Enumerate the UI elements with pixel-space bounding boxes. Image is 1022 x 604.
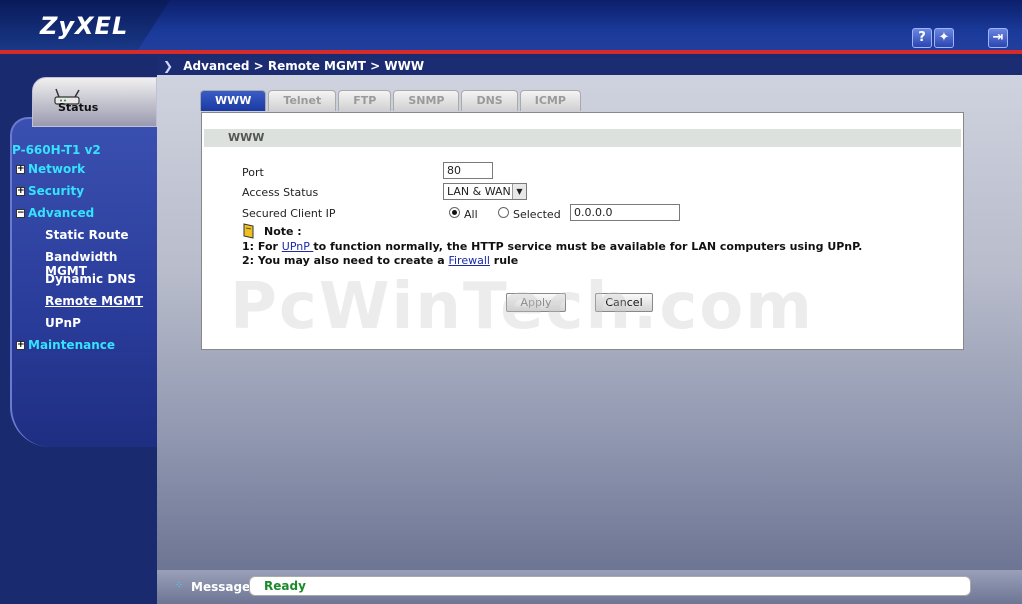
sidebar-subitem-remote-mgmt[interactable]: Remote MGMT [45,294,143,308]
wizard-button[interactable]: ✦ [934,28,954,48]
sidebar-item-advanced[interactable]: − Advanced [16,206,94,220]
tab-www[interactable]: WWW [200,90,267,111]
panel-title: WWW [204,129,961,147]
status-label: Status [58,101,99,114]
secured-client-ip-label: Secured Client IP [242,207,336,220]
expand-icon: + [16,163,25,174]
chevron-down-icon: ▼ [512,184,526,199]
note-line-2: 2: You may also need to create a Firewal… [242,254,519,267]
selected-ip-input[interactable] [570,204,680,221]
note-icon [243,223,254,239]
device-name: P-660H-T1 v2 [12,143,101,157]
breadcrumb-text: Advanced > Remote MGMT > WWW [183,59,425,73]
port-input[interactable] [443,162,493,179]
tab-icmp[interactable]: ICMP [519,90,581,111]
radio-selected-label: Selected [513,208,561,221]
apply-button[interactable]: Apply [506,293,566,312]
tab-ftp[interactable]: FTP [338,90,392,111]
tab-bar: WWW Telnet FTP SNMP DNS ICMP [200,90,581,111]
cancel-button[interactable]: Cancel [595,293,653,312]
port-label: Port [242,166,264,179]
sidebar-subitem-dynamic-dns[interactable]: Dynamic DNS [45,272,136,286]
www-settings-panel: WWW Port Access Status LAN & WAN ▼ Secur… [201,112,964,350]
expand-icon: + [16,339,25,350]
message-label: Message [191,580,251,594]
sidebar-subitem-upnp[interactable]: UPnP [45,316,81,330]
sidebar-item-maintenance[interactable]: + Maintenance [16,338,115,352]
message-field: Ready [249,576,971,596]
header-divider [0,50,1022,54]
message-bar: ⁘ Message Ready [157,570,1022,604]
upnp-link[interactable]: UPnP [282,240,314,253]
top-header: ZyXEL ? ✦ ⇥ [0,0,1022,54]
zyxel-logo: ZyXEL [40,12,129,40]
tab-dns[interactable]: DNS [461,90,518,111]
tab-telnet[interactable]: Telnet [268,90,337,111]
access-status-label: Access Status [242,186,319,199]
logout-button[interactable]: ⇥ [988,28,1008,48]
sidebar-subitem-static-route[interactable]: Static Route [45,228,129,242]
logout-icon: ⇥ [992,30,1004,45]
breadcrumb-arrow-icon: ❯ [163,59,174,73]
wand-icon: ✦ [938,30,950,45]
radio-selected[interactable] [498,207,509,218]
breadcrumb: ❯ Advanced > Remote MGMT > WWW [157,57,1022,75]
collapse-icon: − [16,207,25,218]
main-content: WWW Telnet FTP SNMP DNS ICMP WWW Port Ac… [157,75,1022,570]
note-line-1: 1: For UPnP to function normally, the HT… [242,240,863,253]
sidebar: Status P-660H-T1 v2 + Network + Security… [0,57,157,604]
radio-all[interactable] [449,207,460,218]
expand-icon: + [16,185,25,196]
sidebar-item-security[interactable]: + Security [16,184,84,198]
question-icon: ? [918,30,926,45]
grip-icon: ⁘ [175,580,184,591]
access-status-select[interactable]: LAN & WAN ▼ [443,183,527,200]
note-title: Note : [264,225,302,238]
sidebar-item-network[interactable]: + Network [16,162,85,176]
help-button[interactable]: ? [912,28,932,48]
tab-snmp[interactable]: SNMP [393,90,460,111]
firewall-link[interactable]: Firewall [448,254,489,267]
radio-all-label: All [464,208,478,221]
